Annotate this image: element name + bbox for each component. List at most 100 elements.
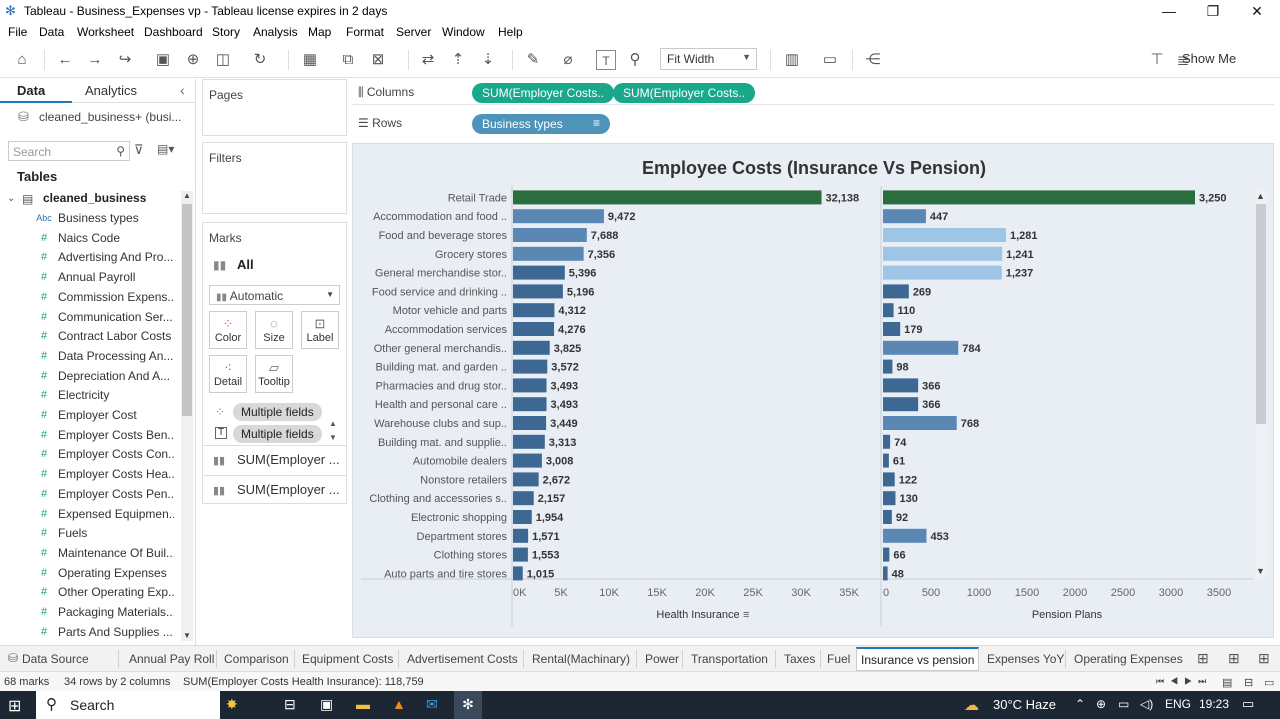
field-item[interactable]: Parts And Supplies ... bbox=[58, 625, 174, 639]
field-item[interactable]: Expensed Equipmen... bbox=[58, 507, 174, 521]
field-item[interactable]: Data Processing An... bbox=[58, 349, 174, 363]
task-view-icon[interactable]: ⊟ bbox=[284, 696, 296, 713]
field-item[interactable]: Packaging Materials... bbox=[58, 605, 174, 619]
table-name[interactable]: cleaned_business bbox=[43, 191, 146, 205]
field-item[interactable]: Other Operating Exp... bbox=[58, 585, 174, 599]
mark-type-dropdown[interactable]: ▮▮ Automatic ▼ bbox=[209, 285, 340, 305]
pages-card[interactable]: Pages bbox=[202, 79, 347, 136]
field-item[interactable]: Employer Costs Pen... bbox=[58, 487, 174, 501]
detail-button[interactable]: ⁖ Detail bbox=[209, 355, 247, 393]
menu-data[interactable]: Data bbox=[39, 25, 64, 39]
show-cards-icon[interactable]: ▥ bbox=[782, 50, 802, 70]
color-button[interactable]: ⁘ Color bbox=[209, 311, 247, 349]
weather-text[interactable]: 30°C Haze bbox=[993, 697, 1056, 712]
close-window-button[interactable]: ✕ bbox=[1234, 0, 1280, 22]
field-item[interactable]: Depreciation And A... bbox=[58, 369, 174, 383]
field-item[interactable]: Communication Ser... bbox=[58, 310, 174, 324]
tableau-taskbar-icon[interactable]: ✻ bbox=[454, 691, 482, 719]
field-item[interactable]: Electricity bbox=[58, 388, 174, 402]
sheet-tab[interactable]: Advertisement Costs bbox=[407, 652, 518, 666]
file-explorer-icon[interactable]: ▬ bbox=[356, 696, 370, 712]
pause-updates-icon[interactable]: ◫ bbox=[213, 50, 233, 70]
label-field-pill[interactable]: Multiple fields bbox=[233, 425, 322, 443]
show-labels-icon[interactable]: T bbox=[596, 50, 616, 70]
field-item[interactable]: Operating Expenses bbox=[58, 566, 174, 580]
sheet-tab[interactable]: Taxes bbox=[784, 652, 815, 666]
home-icon[interactable]: ⌂ bbox=[12, 50, 32, 70]
mail-icon[interactable]: ✉ bbox=[426, 696, 438, 713]
chevron-up-icon[interactable]: ▲ bbox=[329, 419, 337, 428]
new-datasource-icon[interactable]: ⊕ bbox=[183, 50, 203, 70]
color-field-pill[interactable]: Multiple fields bbox=[233, 403, 322, 421]
refresh-icon[interactable]: ↻ bbox=[250, 50, 270, 70]
field-item[interactable]: Advertising And Pro... bbox=[58, 250, 174, 264]
label-button[interactable]: ⊡ Label bbox=[301, 311, 339, 349]
new-worksheet-icon[interactable]: ▦ bbox=[300, 50, 320, 70]
group-icon[interactable]: ⌀ bbox=[558, 50, 578, 70]
scroll-down-icon[interactable]: ▼ bbox=[183, 631, 191, 640]
menu-map[interactable]: Map bbox=[308, 25, 331, 39]
field-item[interactable]: Employer Cost bbox=[58, 408, 174, 422]
size-button[interactable]: ◌ Size bbox=[255, 311, 293, 349]
clear-sheet-icon[interactable]: ⊠ bbox=[368, 50, 388, 70]
show-me-button[interactable]: Show Me bbox=[1182, 51, 1236, 66]
menu-analysis[interactable]: Analysis bbox=[253, 25, 298, 39]
scroll-up-icon[interactable]: ▲ bbox=[183, 191, 191, 200]
redo-icon[interactable]: → bbox=[85, 50, 105, 70]
sheet-tab[interactable]: Fuel bbox=[827, 652, 850, 666]
swap-icon[interactable]: ⇄ bbox=[418, 50, 438, 70]
filters-card[interactable]: Filters bbox=[202, 142, 347, 214]
field-item[interactable]: Employer Costs Con... bbox=[58, 447, 174, 461]
clock[interactable]: 19:23 bbox=[1199, 697, 1229, 711]
menu-story[interactable]: Story bbox=[212, 25, 240, 39]
chevron-down-icon[interactable]: ▼ bbox=[329, 433, 337, 442]
field-item[interactable]: Naics Code bbox=[58, 231, 174, 245]
tray-chevron-icon[interactable]: ⌃ bbox=[1075, 697, 1085, 711]
minimize-button[interactable]: — bbox=[1146, 0, 1192, 22]
column-pill-health[interactable]: SUM(Employer Costs.. bbox=[472, 83, 615, 103]
tooltip-button[interactable]: ▱ Tooltip bbox=[255, 355, 293, 393]
duplicate-icon[interactable]: ⧉ bbox=[338, 50, 358, 70]
menu-dashboard[interactable]: Dashboard bbox=[144, 25, 203, 39]
new-sheet-icon[interactable]: ⊞ bbox=[1197, 650, 1209, 667]
sheet-tab[interactable]: Transportation bbox=[691, 652, 768, 666]
field-item[interactable]: Business types bbox=[58, 211, 174, 225]
column-pill-pension[interactable]: SUM(Employer Costs.. bbox=[613, 83, 756, 103]
field-item[interactable]: Employer Costs Hea... bbox=[58, 467, 174, 481]
menu-window[interactable]: Window bbox=[442, 25, 485, 39]
sheet-navigation-icons[interactable]: ⏮◀▶⏭ bbox=[1156, 676, 1212, 687]
store-icon[interactable]: ▣ bbox=[320, 696, 333, 713]
scrollbar-thumb[interactable] bbox=[182, 204, 192, 416]
fix-axes-icon[interactable]: ⚲ bbox=[625, 50, 645, 70]
marks-tab-sum1[interactable]: SUM(Employer ... bbox=[237, 452, 340, 467]
maximize-button[interactable]: ❐ bbox=[1190, 0, 1236, 22]
menu-server[interactable]: Server bbox=[396, 25, 431, 39]
widgets-icon[interactable]: ✸ bbox=[226, 696, 238, 713]
share-icon[interactable]: ⋲ bbox=[863, 50, 883, 70]
field-item[interactable]: Annual Payroll bbox=[58, 270, 174, 284]
tab-data[interactable]: Data bbox=[17, 83, 45, 98]
sheet-tab[interactable]: Power bbox=[645, 652, 679, 666]
view-options-icon[interactable]: ▤▾ bbox=[157, 142, 174, 156]
collapse-pane-icon[interactable]: ‹ bbox=[180, 82, 185, 98]
menu-help[interactable]: Help bbox=[498, 25, 523, 39]
sheet-tab[interactable]: Equipment Costs bbox=[302, 652, 393, 666]
network-icon[interactable]: ⊕ bbox=[1096, 697, 1106, 711]
volume-icon[interactable]: ◁) bbox=[1140, 697, 1153, 711]
notifications-icon[interactable]: ▭ bbox=[1242, 696, 1254, 712]
taskbar-search[interactable]: ⚲ Search bbox=[36, 691, 220, 719]
search-input[interactable]: Search ⚲ bbox=[8, 141, 130, 161]
filmstrip-icon[interactable]: ⊟ bbox=[1244, 676, 1253, 689]
tabs-icon[interactable]: ▭ bbox=[1264, 676, 1274, 689]
field-item[interactable]: Maintenance Of Buil... bbox=[58, 546, 174, 560]
new-story-icon[interactable]: ⊞ bbox=[1258, 650, 1270, 667]
sheet-tab[interactable]: Expenses YoY bbox=[987, 652, 1064, 666]
sort-ascending-icon[interactable]: ⇡ bbox=[448, 50, 468, 70]
undo-icon[interactable]: ← bbox=[55, 50, 75, 70]
datasource-name[interactable]: cleaned_business+ (busi... bbox=[39, 110, 181, 124]
filter-icon[interactable]: ⊽ bbox=[134, 142, 144, 158]
battery-icon[interactable]: ▭ bbox=[1118, 697, 1129, 711]
rows-shelf[interactable]: ☰ Rows Business types ≡ bbox=[352, 110, 1274, 136]
presentation-icon[interactable]: ▭ bbox=[820, 50, 840, 70]
replay-icon[interactable]: ↪ bbox=[115, 50, 135, 70]
